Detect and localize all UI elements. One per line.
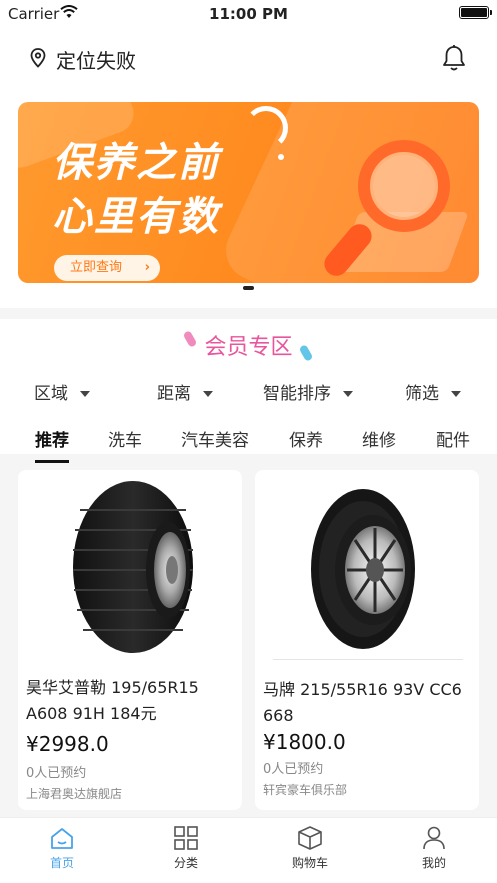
filter-label: 距离 bbox=[157, 384, 191, 404]
product-card[interactable]: 昊华艾普勒 195/65R15 A608 91H 184元 ¥2998.0 0人… bbox=[18, 470, 242, 810]
banner-decoration bbox=[278, 154, 284, 160]
tabbar-cart[interactable]: 购物车 bbox=[270, 826, 350, 871]
query-now-button[interactable]: 立即查询 › bbox=[54, 255, 160, 281]
user-icon bbox=[423, 826, 445, 850]
booking-count: 0人已预约 bbox=[263, 762, 324, 777]
cart-box-icon bbox=[298, 826, 322, 850]
filter-screen[interactable]: 筛选 bbox=[405, 379, 461, 404]
tab-repair[interactable]: 维修 bbox=[362, 426, 396, 451]
product-name: 昊华艾普勒 195/65R15 A608 91H 184元 bbox=[26, 678, 199, 723]
member-zone-label: 会员专区 bbox=[204, 335, 293, 360]
status-bar: Carrier 11:00 PM bbox=[0, 0, 497, 28]
top-bar: 定位失败 bbox=[0, 28, 497, 90]
banner-headline-1: 保养之前 bbox=[52, 140, 220, 186]
carousel-indicator bbox=[243, 286, 254, 290]
tab-car-wash[interactable]: 洗车 bbox=[108, 426, 142, 451]
bottom-tab-bar: 首页 分类 购物车 我的 bbox=[0, 817, 497, 883]
bell-icon[interactable] bbox=[441, 44, 467, 72]
filter-area[interactable]: 区域 bbox=[34, 379, 90, 404]
banner-headline-2: 心里有数 bbox=[52, 194, 220, 240]
banner-section: 保养之前 心里有数 立即查询 › bbox=[0, 90, 497, 308]
title-decoration bbox=[182, 330, 198, 348]
member-section: 会员专区 区域 距离 智能排序 筛选 推荐 洗车 汽车美容 保养 维修 配件 bbox=[0, 319, 497, 463]
category-tabs: 推荐 洗车 汽车美容 保养 维修 配件 bbox=[0, 416, 497, 463]
shop-name: 轩宾豪车俱乐部 bbox=[263, 783, 348, 797]
location-pin-icon[interactable] bbox=[30, 48, 46, 68]
caret-down-icon bbox=[343, 391, 353, 397]
caret-down-icon bbox=[451, 391, 461, 397]
filter-smart-sort[interactable]: 智能排序 bbox=[263, 379, 353, 404]
tab-parts[interactable]: 配件 bbox=[436, 426, 470, 451]
location-status-text[interactable]: 定位失败 bbox=[56, 45, 136, 74]
filter-bar: 区域 距离 智能排序 筛选 bbox=[0, 379, 497, 404]
tab-maintenance[interactable]: 保养 bbox=[289, 426, 323, 451]
filter-label: 筛选 bbox=[405, 384, 439, 404]
divider bbox=[273, 659, 463, 660]
magnifier-icon bbox=[358, 140, 450, 232]
filter-label: 区域 bbox=[34, 384, 68, 404]
battery-icon bbox=[459, 6, 492, 19]
tab-recommend[interactable]: 推荐 bbox=[35, 426, 69, 463]
tabbar-label: 首页 bbox=[49, 856, 74, 870]
product-price: ¥2998.0 bbox=[26, 732, 109, 756]
tire-image bbox=[311, 489, 415, 649]
caret-down-icon bbox=[80, 391, 90, 397]
tab-car-beauty[interactable]: 汽车美容 bbox=[181, 426, 249, 451]
category-grid-icon bbox=[174, 826, 198, 850]
product-price: ¥1800.0 bbox=[263, 730, 346, 754]
tabbar-label: 购物车 bbox=[291, 856, 328, 870]
tabbar-profile[interactable]: 我的 bbox=[394, 826, 474, 871]
product-name: 马牌 215/55R16 93V CC6 668 bbox=[263, 680, 462, 725]
title-decoration bbox=[298, 344, 314, 362]
promo-banner[interactable]: 保养之前 心里有数 立即查询 › bbox=[18, 102, 479, 283]
filter-distance[interactable]: 距离 bbox=[157, 379, 213, 404]
tabbar-label: 我的 bbox=[421, 856, 446, 870]
banner-decoration bbox=[244, 106, 288, 150]
shop-name: 上海君奥达旗舰店 bbox=[26, 787, 123, 801]
chevron-right-icon: › bbox=[144, 260, 150, 275]
clock: 11:00 PM bbox=[209, 5, 288, 23]
tabbar-home[interactable]: 首页 bbox=[22, 826, 102, 871]
home-icon bbox=[51, 828, 73, 849]
tabbar-label: 分类 bbox=[173, 856, 198, 870]
tire-image bbox=[73, 481, 193, 653]
tabbar-category[interactable]: 分类 bbox=[146, 826, 226, 871]
member-zone-title: 会员专区 bbox=[0, 329, 497, 362]
caret-down-icon bbox=[203, 391, 213, 397]
query-now-label: 立即查询 bbox=[70, 260, 123, 275]
product-card[interactable]: 马牌 215/55R16 93V CC6 668 ¥1800.0 0人已预约 轩… bbox=[255, 470, 479, 810]
booking-count: 0人已预约 bbox=[26, 766, 87, 781]
filter-label: 智能排序 bbox=[263, 384, 331, 404]
